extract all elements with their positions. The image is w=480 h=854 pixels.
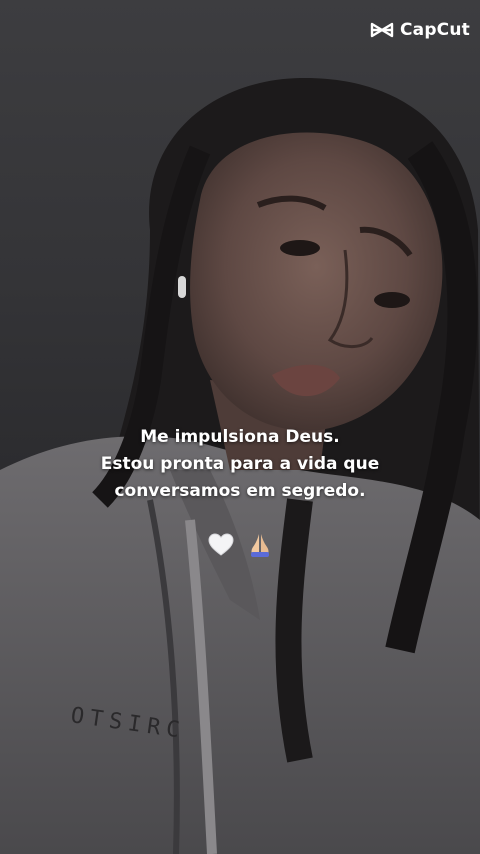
caption-line-2: Estou pronta para a vida que bbox=[100, 454, 380, 474]
folded-hands-icon bbox=[250, 534, 269, 557]
white-heart-icon bbox=[208, 533, 234, 556]
caption-line-3: conversamos em segredo. bbox=[114, 481, 366, 501]
video-frame: OTSIRC CapCut Me impulsiona Deus. Estou … bbox=[0, 0, 480, 854]
emoji-row bbox=[0, 528, 480, 560]
capcut-watermark: CapCut bbox=[370, 20, 470, 40]
caption-overlay: Me impulsiona Deus. Estou pronta para a … bbox=[0, 424, 480, 505]
capcut-logo-icon bbox=[370, 22, 394, 38]
caption-line-1: Me impulsiona Deus. bbox=[140, 427, 340, 447]
capcut-brand-text: CapCut bbox=[399, 20, 470, 40]
